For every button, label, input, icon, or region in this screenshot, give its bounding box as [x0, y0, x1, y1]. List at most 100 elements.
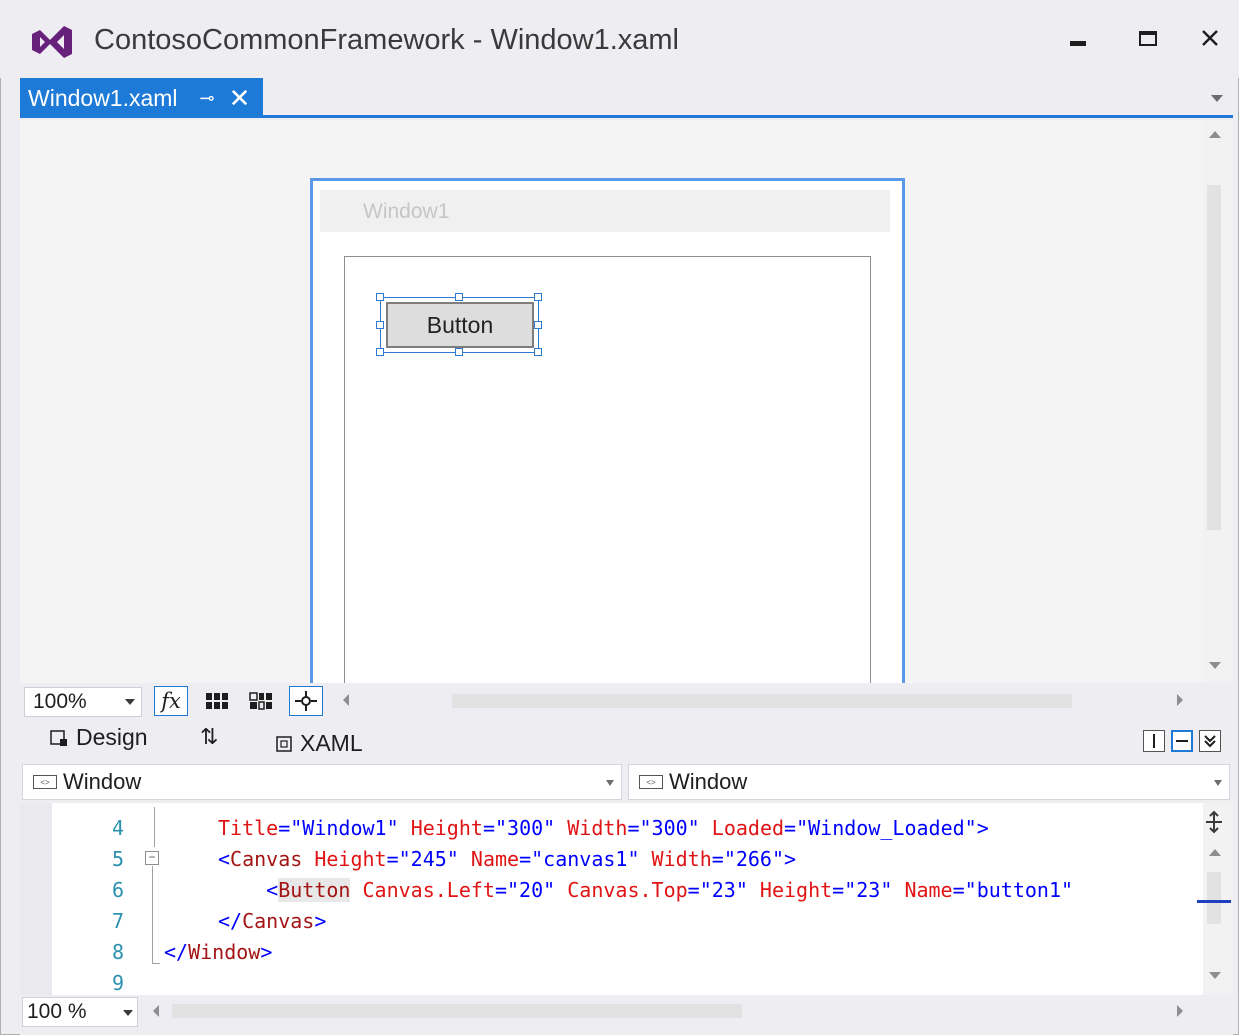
design-view-icon — [50, 729, 67, 746]
xml-value: "266" — [723, 847, 785, 871]
scroll-left-arrow-icon[interactable] — [150, 1003, 162, 1019]
split-editor-handle-icon[interactable] — [1203, 810, 1225, 834]
tab-overflow-dropdown-icon[interactable] — [1208, 90, 1226, 106]
snapline-icon — [295, 691, 317, 711]
code-line-5: <Canvas Height="245" Name="canvas1" Widt… — [218, 847, 797, 871]
xml-attribute: Height — [759, 878, 833, 902]
code-line-7: </Canvas> — [218, 909, 327, 933]
snap-to-snaplines-button[interactable] — [289, 686, 323, 716]
maximize-button[interactable] — [1126, 18, 1170, 58]
xml-tag: Canvas — [242, 909, 315, 933]
xml-value: "button1" — [964, 878, 1074, 902]
window-title: ContosoCommonFramework - Window1.xaml — [94, 24, 679, 56]
resize-handle[interactable] — [376, 293, 384, 301]
member-scope-dropdown[interactable]: <> Window — [628, 764, 1230, 800]
line-number: 8 — [111, 940, 124, 964]
pin-icon[interactable]: ⊸ — [200, 88, 215, 109]
scroll-down-arrow-icon[interactable] — [1207, 970, 1223, 982]
xaml-element-icon: <> — [33, 775, 57, 789]
editor-indicator-margin — [20, 803, 52, 995]
xml-tag: Button — [278, 878, 351, 902]
scroll-up-arrow-icon[interactable] — [1207, 128, 1223, 140]
outline-guide — [152, 963, 160, 964]
tab-xaml[interactable]: XAML — [276, 730, 363, 757]
partial-code-line — [230, 803, 910, 805]
scroll-right-arrow-icon[interactable] — [1174, 692, 1186, 708]
outline-guide — [154, 807, 155, 847]
caret-position-marker — [1197, 900, 1231, 903]
editor-horizontal-scroll-thumb[interactable] — [172, 1004, 742, 1018]
line-number: 5 — [111, 847, 124, 871]
xml-delimiter: > — [976, 816, 989, 840]
design-tab-label: Design — [76, 724, 148, 750]
xml-delimiter: > — [784, 847, 797, 871]
xml-attribute: Canvas.Left — [362, 878, 495, 902]
visual-studio-logo-icon — [32, 26, 72, 58]
xaml-view-icon — [276, 735, 292, 752]
collapse-region-icon[interactable]: − — [145, 851, 159, 865]
xml-value: "23" — [844, 878, 893, 902]
snap-to-grid-button[interactable] — [244, 686, 278, 716]
scroll-up-arrow-icon[interactable] — [1207, 846, 1223, 858]
xml-value: "300" — [494, 816, 556, 840]
resize-handle[interactable] — [534, 321, 542, 329]
line-number: 9 — [111, 971, 124, 992]
swap-panes-button[interactable]: ⇅ — [200, 724, 218, 750]
close-button[interactable] — [1188, 18, 1232, 58]
xml-attribute: Name — [904, 878, 953, 902]
element-scope-dropdown[interactable]: <> Window — [22, 764, 622, 800]
resize-handle[interactable] — [376, 348, 384, 356]
fx-icon: fx — [161, 689, 181, 713]
tab-design[interactable]: Design — [50, 724, 148, 751]
scroll-right-arrow-icon[interactable] — [1174, 1003, 1186, 1019]
right-scope-label: Window — [669, 769, 748, 794]
tab-window1-xaml[interactable]: Window1.xaml ⊸ ✕ — [20, 78, 263, 118]
xml-tag: Window — [188, 940, 261, 964]
resize-handle[interactable] — [455, 293, 463, 301]
xml-attribute: Width — [651, 847, 712, 871]
resize-handle[interactable] — [376, 321, 384, 329]
chevron-down-icon[interactable] — [124, 697, 136, 707]
xml-value: "Window_Loaded" — [796, 816, 977, 840]
vertical-split-button[interactable] — [1143, 730, 1165, 752]
resize-handle[interactable] — [455, 348, 463, 356]
scroll-down-arrow-icon[interactable] — [1207, 660, 1223, 672]
left-scope-label: Window — [63, 769, 142, 794]
chevron-down-icon[interactable] — [122, 1008, 134, 1018]
outline-guide — [152, 866, 153, 964]
xml-value: "canvas1" — [531, 847, 640, 871]
xml-attribute: Loaded — [711, 816, 785, 840]
editor-vertical-scroll-thumb[interactable] — [1207, 872, 1221, 924]
collapse-pane-button[interactable] — [1199, 730, 1221, 752]
minimize-button[interactable] — [1056, 18, 1100, 58]
xml-value: "Window1" — [290, 816, 399, 840]
code-line-8: </Window> — [164, 940, 273, 964]
line-number: 7 — [111, 909, 124, 933]
xml-attribute: Width — [567, 816, 628, 840]
xaml-tab-label: XAML — [300, 730, 363, 756]
resize-handle[interactable] — [534, 293, 542, 301]
maximize-icon — [1139, 30, 1157, 46]
line-number: 4 — [111, 816, 124, 840]
xml-attribute: Canvas.Top — [567, 878, 688, 902]
resize-handle[interactable] — [534, 348, 542, 356]
grid-icon — [206, 693, 228, 709]
swap-panes-icon: ⇅ — [200, 724, 219, 749]
xml-value: "300" — [639, 816, 700, 840]
show-grid-button[interactable] — [200, 686, 234, 716]
editor-zoom-select[interactable]: 100 % — [22, 997, 138, 1027]
xml-tag: Canvas — [230, 847, 303, 871]
scroll-left-arrow-icon[interactable] — [340, 692, 352, 708]
xml-attribute: Height — [314, 847, 387, 871]
code-line-6: <Button Canvas.Left="20" Canvas.Top="23"… — [266, 878, 1074, 902]
vertical-split-icon — [1153, 734, 1155, 748]
effects-toggle-button[interactable]: fx — [154, 686, 188, 716]
design-vertical-scroll-thumb[interactable] — [1207, 185, 1221, 530]
tab-close-icon[interactable]: ✕ — [229, 85, 251, 111]
designer-button-control[interactable]: Button — [386, 302, 534, 348]
horizontal-split-button[interactable] — [1171, 730, 1193, 752]
design-horizontal-scroll-thumb[interactable] — [452, 694, 1072, 708]
xml-value: "23" — [699, 878, 748, 902]
snap-grid-icon — [249, 692, 272, 710]
horizontal-split-icon — [1176, 740, 1188, 742]
